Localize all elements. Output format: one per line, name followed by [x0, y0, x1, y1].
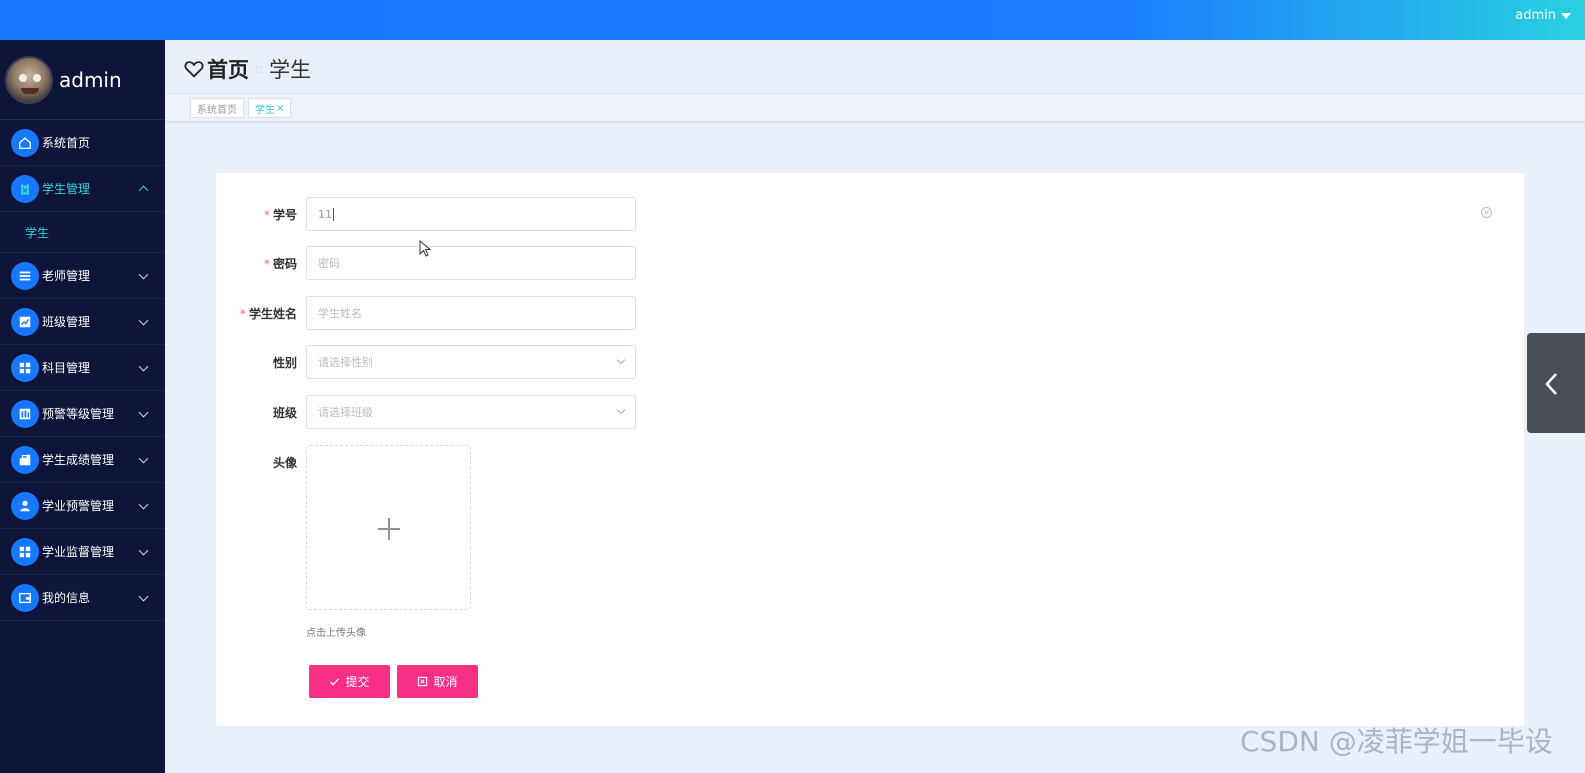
field-label: * 密码 [263, 257, 297, 271]
profile-name: admin [59, 67, 122, 92]
form-row-student-id: * 学号 11 [216, 197, 916, 231]
close-square-icon [418, 676, 428, 687]
sidebar-item-teacher-management[interactable]: 老师管理 [0, 253, 165, 299]
sidebar-item-home[interactable]: 系统首页 [0, 120, 165, 166]
field-label: 头像 [272, 456, 297, 470]
sidebar-item-class-management[interactable]: 班级管理 [0, 299, 165, 345]
field-label: 性别 [272, 356, 297, 370]
watermark: CSDN @凌菲学姐一毕设 [1240, 725, 1553, 758]
caret-down-icon [1561, 12, 1571, 19]
sidebar-item-label: 学生成绩管理 [42, 453, 115, 467]
sidebar-item-warning-level-management[interactable]: 预警等级管理 [0, 391, 165, 437]
briefcase-icon [11, 445, 39, 474]
submit-button[interactable]: 提交 [309, 665, 390, 698]
sidebar-item-label: 老师管理 [42, 269, 91, 283]
gender-select[interactable]: 请选择性别 [306, 345, 636, 379]
form-row-class: 班级 请选择班级 [216, 395, 916, 429]
user-menu[interactable]: admin [1515, 8, 1571, 23]
password-input[interactable]: 密码 [306, 246, 636, 280]
form-row-student-name: * 学生姓名 学生姓名 [216, 296, 916, 330]
field-label: * 学生姓名 [239, 307, 297, 321]
check-icon [330, 678, 340, 686]
chevron-down-icon [138, 269, 149, 280]
sidebar-item-score-management[interactable]: 学生成绩管理 [0, 437, 165, 483]
chevron-down-icon [616, 405, 626, 415]
sidebar-item-subject-management[interactable]: 科目管理 [0, 345, 165, 391]
text-cursor [333, 207, 334, 221]
student-form-card: × * 学号 11 * 密码 密码 * 学生姓名 学生姓名 性别 请选择性别 班级 请… [216, 173, 1524, 726]
user-name: admin [1515, 8, 1556, 23]
chevron-down-icon [138, 453, 149, 464]
chevron-down-icon [138, 315, 149, 326]
student-id-input[interactable]: 11 [306, 197, 636, 231]
tab-bar: 系统首页 学生 × [165, 94, 1585, 122]
field-label: 班级 [272, 406, 297, 420]
tab-home[interactable]: 系统首页 [190, 98, 244, 118]
bars-icon [11, 399, 39, 428]
sidebar-item-label: 学业预警管理 [42, 499, 115, 513]
sidebar-item-label: 预警等级管理 [42, 407, 115, 421]
chevron-down-icon [138, 407, 149, 418]
sidebar-item-label: 系统首页 [42, 136, 91, 150]
cancel-button[interactable]: 取消 [397, 665, 478, 698]
grid-icon [11, 353, 39, 382]
breadcrumb-separator: :: [255, 62, 264, 76]
sidebar-item-my-info[interactable]: 我的信息 [0, 575, 165, 621]
chart-icon [11, 307, 39, 336]
breadcrumb-current: 学生 [269, 58, 312, 82]
heart-icon [184, 61, 204, 78]
sidebar-item-label: 学生管理 [42, 182, 91, 196]
sidebar-item-label: 我的信息 [42, 591, 91, 605]
mouse-cursor-icon [419, 240, 432, 257]
side-panel-toggle[interactable] [1527, 333, 1585, 433]
grid-icon [11, 537, 39, 566]
chevron-down-icon [138, 591, 149, 602]
tab-label: 学生 [255, 104, 275, 116]
sidebar-item-academic-supervision-management[interactable]: 学业监督管理 [0, 529, 165, 575]
wallet-icon [11, 583, 39, 612]
student-name-input[interactable]: 学生姓名 [306, 296, 636, 330]
field-label: * 学号 [263, 208, 297, 222]
clipboard-icon [11, 174, 39, 203]
avatar [5, 55, 53, 104]
form-row-password: * 密码 密码 [216, 246, 916, 280]
chevron-down-icon [138, 361, 149, 372]
chevron-up-icon [138, 185, 149, 196]
page-title: 首页 :: 学生 [183, 54, 311, 84]
close-icon[interactable]: × [276, 103, 284, 114]
sidebar-item-label: 学业监督管理 [42, 545, 115, 559]
top-bar: admin [0, 0, 1585, 40]
sidebar-profile: admin [0, 40, 165, 120]
tab-label: 系统首页 [197, 104, 237, 116]
chevron-left-icon [1545, 373, 1557, 395]
list-icon [11, 261, 39, 290]
close-circle-icon[interactable]: × [1481, 207, 1492, 218]
form-row-gender: 性别 请选择性别 [216, 345, 916, 379]
sidebar-item-label: 科目管理 [42, 361, 91, 375]
breadcrumb-home[interactable]: 首页 [207, 54, 249, 84]
sidebar-item-academic-warning-management[interactable]: 学业预警管理 [0, 483, 165, 529]
chevron-down-icon [138, 545, 149, 556]
sidebar: admin 系统首页 学生管理 学生 老师管理 班级管理 科目管理 预警等级管理… [0, 40, 165, 773]
chevron-down-icon [138, 499, 149, 510]
page-header: 首页 :: 学生 [165, 40, 1585, 94]
sidebar-item-student-management[interactable]: 学生管理 [0, 166, 165, 212]
sidebar-subitem-student[interactable]: 学生 [0, 212, 165, 253]
upload-tip: 点击上传头像 [306, 628, 366, 639]
chevron-down-icon [616, 355, 626, 365]
tab-student[interactable]: 学生 × [248, 98, 292, 118]
user-icon [11, 491, 39, 520]
sidebar-item-label: 班级管理 [42, 315, 91, 329]
class-select[interactable]: 请选择班级 [306, 395, 636, 429]
avatar-upload[interactable] [306, 445, 471, 610]
home-icon [11, 128, 39, 157]
sidebar-subitem-label: 学生 [25, 225, 50, 240]
